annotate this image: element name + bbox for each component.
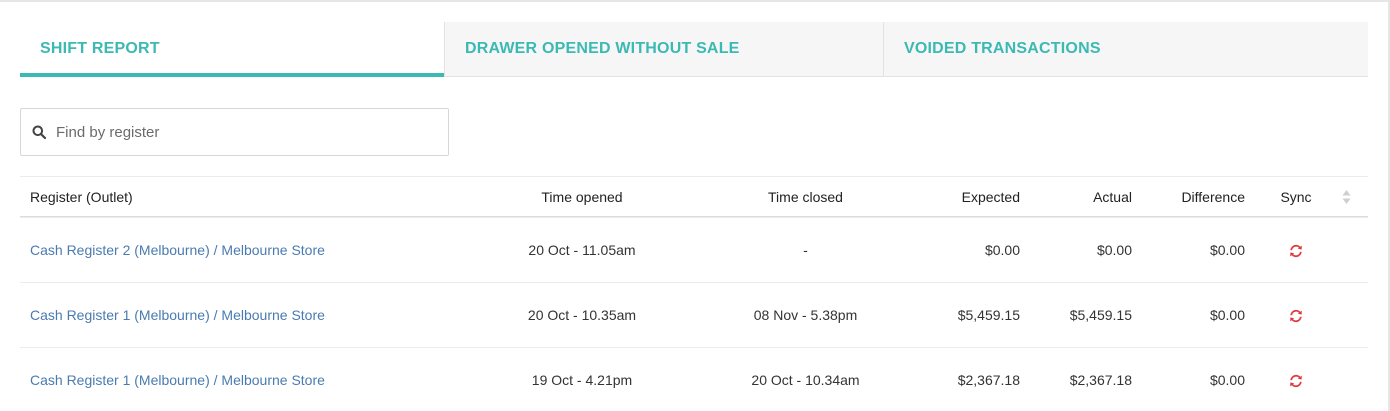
sort-icon bbox=[1342, 189, 1351, 204]
report-tabs: SHIFT REPORT DRAWER OPENED WITHOUT SALE … bbox=[20, 22, 1368, 77]
header-sync[interactable]: Sync bbox=[1245, 189, 1325, 205]
header-difference[interactable]: Difference bbox=[1132, 189, 1245, 205]
actual-cell: $5,459.15 bbox=[1069, 307, 1132, 323]
expected-cell: $2,367.18 bbox=[957, 372, 1020, 388]
table-row: Cash Register 2 (Melbourne) / Melbourne … bbox=[20, 217, 1368, 282]
sync-icon[interactable] bbox=[1289, 309, 1303, 323]
tab-drawer-opened-without-sale[interactable]: DRAWER OPENED WITHOUT SALE bbox=[444, 22, 883, 77]
time-opened-cell: 19 Oct - 4.21pm bbox=[531, 372, 633, 388]
tab-shift-report[interactable]: SHIFT REPORT bbox=[20, 22, 444, 77]
search-icon bbox=[32, 125, 46, 139]
sync-icon[interactable] bbox=[1289, 374, 1303, 388]
actual-cell: $0.00 bbox=[1096, 242, 1132, 258]
table-row: Cash Register 1 (Melbourne) / Melbourne … bbox=[20, 282, 1368, 347]
header-time-opened[interactable]: Time opened bbox=[485, 189, 679, 205]
difference-cell: $0.00 bbox=[1209, 372, 1245, 388]
header-actual[interactable]: Actual bbox=[1020, 189, 1132, 205]
difference-cell: $0.00 bbox=[1209, 307, 1245, 323]
register-link[interactable]: Cash Register 1 (Melbourne) / Melbourne … bbox=[30, 372, 325, 388]
search-box bbox=[20, 108, 449, 156]
time-opened-cell: 20 Oct - 11.05am bbox=[528, 242, 636, 258]
time-opened-cell: 20 Oct - 10.35am bbox=[527, 307, 637, 323]
time-closed-cell: - bbox=[803, 242, 808, 258]
table-row: Cash Register 1 (Melbourne) / Melbourne … bbox=[20, 347, 1368, 411]
expected-cell: $5,459.15 bbox=[957, 307, 1020, 323]
table-header-row: Register (Outlet) Time opened Time close… bbox=[20, 176, 1368, 217]
actual-cell: $2,367.18 bbox=[1069, 372, 1132, 388]
sync-icon[interactable] bbox=[1289, 244, 1303, 258]
time-closed-cell: 08 Nov - 5.38pm bbox=[753, 307, 858, 323]
shift-report-table: Register (Outlet) Time opened Time close… bbox=[20, 176, 1368, 411]
header-expected[interactable]: Expected bbox=[932, 189, 1020, 205]
header-time-closed[interactable]: Time closed bbox=[679, 189, 932, 205]
register-link[interactable]: Cash Register 1 (Melbourne) / Melbourne … bbox=[30, 307, 325, 323]
time-closed-cell: 20 Oct - 10.34am bbox=[751, 372, 860, 388]
header-register[interactable]: Register (Outlet) bbox=[20, 189, 485, 205]
tab-voided-transactions[interactable]: VOIDED TRANSACTIONS bbox=[883, 22, 1368, 77]
expected-cell: $0.00 bbox=[984, 242, 1020, 258]
difference-cell: $0.00 bbox=[1209, 242, 1245, 258]
register-link[interactable]: Cash Register 2 (Melbourne) / Melbourne … bbox=[30, 242, 325, 258]
sort-toggle[interactable] bbox=[1325, 189, 1368, 205]
search-input[interactable] bbox=[56, 109, 448, 155]
